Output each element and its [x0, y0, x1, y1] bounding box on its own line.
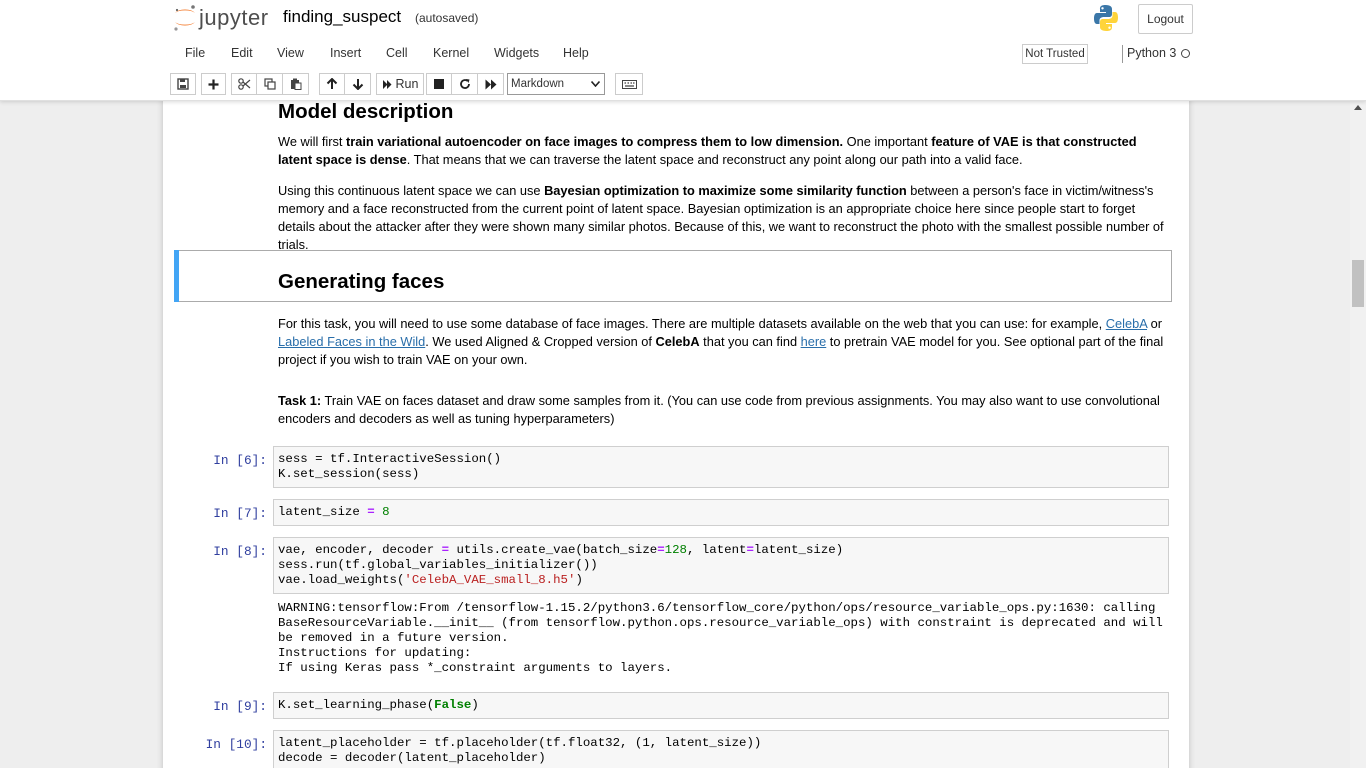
code-line: vae, encoder, decoder = utils.create_vae…	[278, 543, 844, 557]
restart-icon	[459, 79, 470, 89]
code-cell-9[interactable]: K.set_learning_phase(False)	[273, 692, 1169, 719]
arrow-down-icon	[352, 79, 363, 90]
code-line: decode = decoder(latent_placeholder)	[278, 751, 546, 765]
cut-icon	[237, 78, 250, 90]
cell-type-select[interactable]: Markdown	[507, 73, 605, 95]
kernel-name[interactable]: Python 3	[1127, 46, 1176, 60]
cell-prompt: In [8]:	[213, 544, 267, 559]
toolbar: Run Markdown	[170, 72, 1196, 98]
paste-button[interactable]	[283, 73, 309, 95]
notebook-container: Model description We will first train va…	[163, 100, 1189, 768]
selected-cell-indicator	[174, 250, 179, 302]
run-button[interactable]: Run	[376, 73, 424, 95]
notebook-site[interactable]: Model description We will first train va…	[0, 100, 1350, 768]
fast-forward-icon	[485, 79, 496, 89]
code-line: latent_placeholder = tf.placeholder(tf.f…	[278, 736, 762, 750]
model-description-heading: Model description	[278, 100, 454, 123]
menu-view[interactable]: View	[277, 46, 304, 60]
cell-prompt: In [9]:	[213, 699, 267, 714]
cut-button[interactable]	[231, 73, 257, 95]
code-cell-10[interactable]: latent_placeholder = tf.placeholder(tf.f…	[273, 730, 1169, 768]
not-trusted-button[interactable]: Not Trusted	[1022, 44, 1088, 64]
run-icon	[382, 79, 392, 89]
move-down-button[interactable]	[345, 73, 371, 95]
jupyter-logo[interactable]: jupyter	[173, 3, 273, 35]
notebook-header: jupyter finding_suspect (autosaved) Logo…	[0, 0, 1366, 101]
code-cell-6[interactable]: sess = tf.InteractiveSession() K.set_ses…	[273, 446, 1169, 488]
code-line: K.set_learning_phase(False)	[278, 698, 479, 712]
restart-run-all-button[interactable]	[478, 73, 504, 95]
cell-type-value: Markdown	[511, 78, 565, 90]
insert-cell-button[interactable]	[201, 73, 226, 95]
logout-button[interactable]: Logout	[1138, 4, 1193, 34]
scroll-up-arrow-icon[interactable]	[1354, 105, 1362, 110]
generating-faces-paragraph: For this task, you will need to use some…	[278, 316, 1164, 367]
copy-icon	[263, 78, 276, 90]
menu-widgets[interactable]: Widgets	[494, 46, 539, 60]
restart-button[interactable]	[452, 73, 478, 95]
copy-button[interactable]	[257, 73, 283, 95]
kernel-idle-icon	[1181, 49, 1190, 58]
task-1-paragraph: Task 1: Train VAE on faces dataset and d…	[278, 393, 1160, 426]
cell-prompt: In [6]:	[213, 453, 267, 468]
menu-cell[interactable]: Cell	[386, 46, 408, 60]
jupyter-logo-icon	[174, 5, 195, 31]
keyboard-icon	[621, 79, 637, 89]
code-cell-8[interactable]: vae, encoder, decoder = utils.create_vae…	[273, 537, 1169, 594]
model-description-paragraph-1: We will first train variational autoenco…	[278, 134, 1137, 167]
kernel-separator	[1122, 45, 1123, 63]
python-logo-icon	[1093, 4, 1119, 32]
code-cell-7[interactable]: latent_size = 8	[273, 499, 1169, 526]
code-line: sess = tf.InteractiveSession()	[278, 452, 502, 466]
chevron-down-icon	[591, 81, 600, 87]
menu-help[interactable]: Help	[563, 46, 589, 60]
menu-edit[interactable]: Edit	[231, 46, 253, 60]
menu-insert[interactable]: Insert	[330, 46, 361, 60]
scrollbar-thumb[interactable]	[1352, 260, 1364, 307]
plus-icon	[208, 79, 219, 89]
menu-kernel[interactable]: Kernel	[433, 46, 469, 60]
interrupt-button[interactable]	[426, 73, 452, 95]
save-icon	[177, 78, 189, 90]
cell-8-warning-output: WARNING:tensorflow:From /tensorflow-1.15…	[278, 601, 1163, 675]
command-palette-button[interactable]	[615, 73, 643, 95]
model-description-paragraph-2: Using this continuous latent space we ca…	[278, 183, 1164, 252]
generating-faces-heading: Generating faces	[278, 270, 445, 293]
menubar: File Edit View Insert Cell Kernel Widget…	[170, 41, 1196, 67]
cell-prompt: In [7]:	[213, 506, 267, 521]
save-button[interactable]	[170, 73, 196, 95]
cell-prompt: In [10]:	[205, 737, 267, 752]
here-link[interactable]: here	[801, 334, 827, 349]
notebook-name[interactable]: finding_suspect	[283, 7, 401, 27]
code-line: vae.load_weights('CelebA_VAE_small_8.h5'…	[278, 573, 583, 587]
celeba-link[interactable]: CelebA	[1106, 316, 1147, 331]
code-line: K.set_session(sess)	[278, 467, 420, 481]
stop-icon	[434, 79, 444, 89]
run-label: Run	[395, 77, 419, 91]
autosave-status: (autosaved)	[415, 11, 479, 25]
menu-file[interactable]: File	[185, 46, 205, 60]
arrow-up-icon	[326, 78, 338, 89]
code-line: latent_size = 8	[278, 505, 390, 519]
jupyter-logo-text: jupyter	[199, 5, 269, 30]
lfw-link[interactable]: Labeled Faces in the Wild	[278, 334, 425, 349]
move-up-button[interactable]	[319, 73, 345, 95]
code-line: sess.run(tf.global_variables_initializer…	[278, 558, 598, 572]
paste-icon	[290, 78, 301, 90]
page-scrollbar[interactable]	[1350, 100, 1366, 768]
